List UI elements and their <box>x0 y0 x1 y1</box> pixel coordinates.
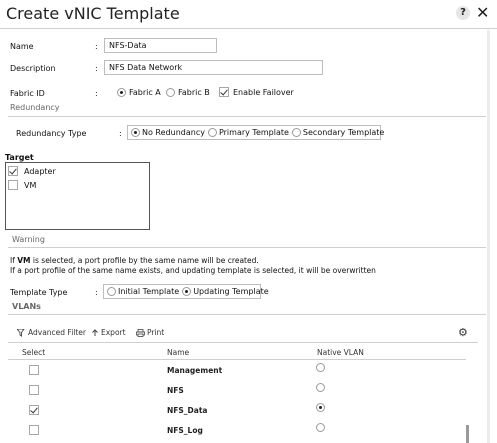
warning-vm-bold: VM <box>17 256 31 265</box>
initial-template-radio[interactable] <box>107 287 116 296</box>
fabric-b-option[interactable]: Fabric B <box>166 88 210 97</box>
native-vlan-radio[interactable] <box>316 383 325 392</box>
print-label: Print <box>147 328 165 337</box>
row-name: Management <box>167 366 223 375</box>
header-divider <box>0 28 497 29</box>
secondary-template-radio[interactable] <box>291 128 301 137</box>
warning-line-1: If VM is selected, a port profile by the… <box>10 256 259 265</box>
description-colon: : <box>95 64 98 73</box>
redundancy-type-group: No Redundancy Primary Template Secondary… <box>127 125 385 140</box>
gear-icon[interactable]: ⚙ <box>458 327 468 338</box>
vm-label: VM <box>24 180 37 190</box>
export-label: Export <box>101 328 126 337</box>
redundancy-section-title: Redundancy <box>10 103 60 112</box>
adapter-checkbox[interactable] <box>8 166 18 176</box>
fabric-a-radio[interactable] <box>117 88 126 97</box>
export-button[interactable]: Export <box>91 328 126 337</box>
enable-failover-checkbox[interactable] <box>219 87 229 97</box>
fabric-b-radio[interactable] <box>166 88 175 97</box>
row-name: NFS <box>167 386 184 395</box>
advanced-filter-label: Advanced Filter <box>28 328 87 337</box>
vm-checkbox[interactable] <box>8 180 18 190</box>
column-header-native-vlan[interactable]: Native VLAN <box>317 348 364 357</box>
name-colon: : <box>95 42 98 51</box>
primary-template-label: Primary Template <box>218 128 289 137</box>
row-select-checkbox[interactable] <box>29 425 39 435</box>
enable-failover-option[interactable]: Enable Failover <box>219 87 294 97</box>
redundancy-type-label: Redundancy Type <box>16 129 87 138</box>
filter-icon <box>17 328 25 337</box>
fabric-id-label: Fabric ID <box>10 89 45 98</box>
redundancy-divider <box>8 116 486 117</box>
initial-template-label: Initial Template <box>118 287 180 296</box>
table-scrollbar[interactable] <box>466 425 469 443</box>
column-header-name[interactable]: Name <box>167 348 189 357</box>
vlans-section-title: VLANs <box>12 302 41 311</box>
warning-line-2: If a port profile of the same name exist… <box>10 266 376 275</box>
table-row[interactable]: NFS_Log <box>8 420 466 440</box>
table-row[interactable]: NFS_Data <box>8 400 466 420</box>
native-vlan-radio[interactable] <box>316 423 325 432</box>
updating-template-label: Updating Template <box>193 287 269 296</box>
secondary-template-option[interactable]: Secondary Template <box>291 128 385 137</box>
dialog-title: Create vNIC Template <box>6 4 180 23</box>
template-type-group: Initial Template Updating Template <box>103 284 269 299</box>
row-select-checkbox[interactable] <box>29 405 39 415</box>
target-item-vm[interactable]: VM <box>8 180 36 190</box>
no-redundancy-radio[interactable] <box>131 128 140 137</box>
no-redundancy-option[interactable]: No Redundancy <box>131 128 205 137</box>
native-vlan-radio[interactable] <box>316 363 325 372</box>
table-row[interactable]: Management <box>8 360 466 380</box>
advanced-filter-button[interactable]: Advanced Filter <box>17 328 86 337</box>
row-select-checkbox[interactable] <box>29 365 39 375</box>
template-type-colon: : <box>95 288 98 297</box>
initial-template-option[interactable]: Initial Template <box>107 287 179 296</box>
dialog-scrollbar-track[interactable] <box>487 30 490 443</box>
description-label: Description <box>10 64 56 73</box>
name-label: Name <box>10 42 34 51</box>
print-icon <box>136 328 145 337</box>
warning-section-title: Warning <box>12 235 45 244</box>
row-select-checkbox[interactable] <box>29 385 39 395</box>
help-icon[interactable]: ? <box>456 6 470 20</box>
primary-template-radio[interactable] <box>207 128 217 137</box>
template-type-label: Template Type <box>10 288 68 297</box>
target-list: Adapter VM <box>5 162 150 230</box>
table-row[interactable]: NFS <box>8 380 466 400</box>
redundancy-type-colon: : <box>119 129 122 138</box>
warning-divider <box>8 247 486 248</box>
row-name: NFS_Log <box>167 426 203 435</box>
no-redundancy-label: No Redundancy <box>142 128 205 137</box>
enable-failover-label: Enable Failover <box>233 87 294 97</box>
row-name: NFS_Data <box>167 406 208 415</box>
adapter-label: Adapter <box>24 166 56 176</box>
name-field[interactable]: NFS-Data <box>104 38 217 53</box>
primary-template-option[interactable]: Primary Template <box>207 128 289 137</box>
updating-template-radio[interactable] <box>182 287 192 296</box>
export-icon <box>92 328 98 336</box>
fabric-id-colon: : <box>95 89 98 98</box>
updating-template-option[interactable]: Updating Template <box>182 287 269 296</box>
close-icon[interactable]: ✕ <box>476 3 489 22</box>
description-field[interactable]: NFS Data Network <box>104 60 323 75</box>
native-vlan-radio[interactable] <box>316 403 325 412</box>
target-label: Target <box>5 153 34 162</box>
fabric-a-label: Fabric A <box>129 88 161 97</box>
print-button[interactable]: Print <box>136 328 164 337</box>
warning-line-1-rest: is selected, a port profile by the same … <box>30 256 259 265</box>
target-item-adapter[interactable]: Adapter <box>8 166 56 176</box>
secondary-template-label: Secondary Template <box>302 128 385 137</box>
fabric-a-option[interactable]: Fabric A <box>117 88 161 97</box>
column-header-select[interactable]: Select <box>22 348 45 357</box>
vlans-divider <box>8 314 486 315</box>
fabric-b-label: Fabric B <box>178 88 210 97</box>
